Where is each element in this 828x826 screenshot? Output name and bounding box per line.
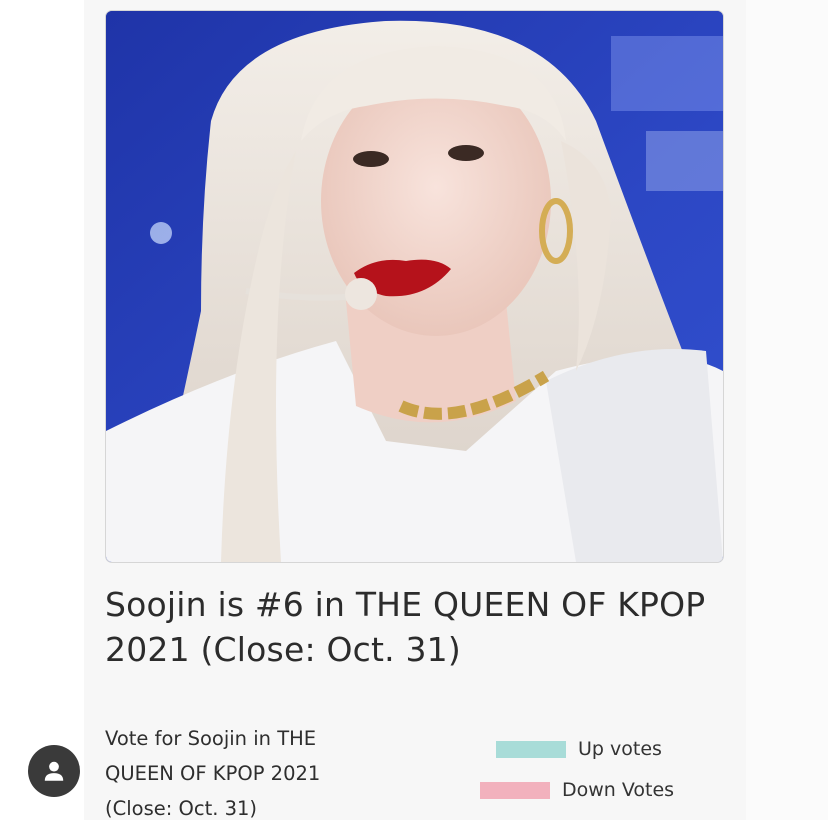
up-votes-swatch	[496, 740, 566, 758]
user-icon	[44, 761, 64, 781]
portrait-image	[106, 11, 723, 562]
up-votes-label: Up votes	[578, 738, 662, 760]
vote-description: Vote for Soojin in THE QUEEN OF KPOP 202…	[105, 727, 321, 820]
user-avatar-button[interactable]	[28, 745, 80, 797]
down-votes-label: Down Votes	[562, 779, 675, 801]
vote-legend: Up votes Down Votes	[470, 730, 720, 820]
post-headline: Soojin is #6 in THE QUEEN OF KPOP 2021 (…	[105, 585, 706, 669]
legend-item-up-votes: Up votes	[496, 738, 662, 760]
post-photo[interactable]	[105, 10, 724, 563]
legend-item-down-votes: Down Votes	[480, 779, 674, 801]
down-votes-swatch	[480, 781, 550, 799]
background-strip	[746, 0, 828, 820]
